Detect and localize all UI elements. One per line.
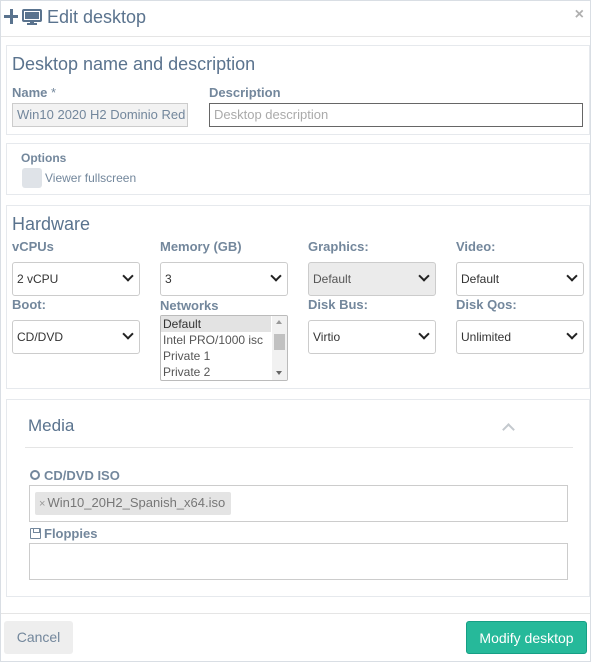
monitor-icon xyxy=(22,9,42,25)
boot-label: Boot: xyxy=(12,297,46,312)
boot-value: CD/DVD xyxy=(17,330,64,344)
scroll-up-icon[interactable] xyxy=(276,320,282,324)
name-label: Name * xyxy=(12,85,56,100)
memory-label: Memory (GB) xyxy=(160,239,242,254)
disk-bus-value: Virtio xyxy=(313,330,341,344)
chevron-down-icon xyxy=(566,328,578,340)
vcpus-value: 2 vCPU xyxy=(17,272,59,286)
name-input[interactable]: Win10 2020 H2 Dominio Red xyxy=(12,103,188,127)
cd-dvd-label: CD/DVD ISO xyxy=(44,468,120,483)
scroll-thumb[interactable] xyxy=(274,334,285,350)
graphics-value: Default xyxy=(313,272,352,286)
vcpus-select[interactable]: 2 vCPU xyxy=(12,262,140,296)
networks-option-private-2[interactable]: Private 2 xyxy=(161,364,271,380)
close-button[interactable]: × xyxy=(575,6,584,24)
vcpus-label: vCPUs xyxy=(12,239,54,254)
modal-title: Edit desktop xyxy=(47,7,147,27)
description-input[interactable]: Desktop description xyxy=(209,103,583,127)
description-label: Description xyxy=(209,85,281,100)
name-label-text: Name xyxy=(12,85,48,100)
iso-tag: × Win10_20H2_Spanish_x64.iso xyxy=(35,492,232,515)
networks-option-private-1[interactable]: Private 1 xyxy=(161,348,271,364)
networks-label: Networks xyxy=(160,298,219,313)
networks-option-intel[interactable]: Intel PRO/1000 isc xyxy=(161,332,271,348)
hardware-title: Hardware xyxy=(12,214,91,234)
viewer-fullscreen-checkbox[interactable] xyxy=(22,168,42,188)
footer-divider xyxy=(1,613,590,614)
cancel-button[interactable]: Cancel xyxy=(4,621,73,654)
hardware-panel: Hardware vCPUs 2 vCPU Memory (GB) 3 Grap… xyxy=(6,205,590,389)
chevron-down-icon xyxy=(418,270,430,282)
disk-qos-select[interactable]: Unlimited xyxy=(456,320,584,354)
viewer-fullscreen-label: Viewer fullscreen xyxy=(45,171,137,185)
media-panel: Media CD/DVD ISO × Win10_20H2_Spanish_x64… xyxy=(6,399,590,597)
modal-header: Edit desktop × xyxy=(1,1,590,37)
video-select[interactable]: Default xyxy=(456,262,584,296)
floppies-label: Floppies xyxy=(44,526,98,541)
chevron-down-icon xyxy=(418,328,430,340)
media-title: Media xyxy=(28,416,75,435)
disk-qos-value: Unlimited xyxy=(461,330,512,344)
name-description-title: Desktop name and description xyxy=(12,54,256,74)
floppies-select[interactable] xyxy=(29,543,568,580)
chevron-up-icon[interactable] xyxy=(502,423,515,436)
floppy-icon xyxy=(30,528,41,539)
media-divider xyxy=(25,447,573,448)
required-marker: * xyxy=(51,85,57,100)
chevron-down-icon xyxy=(122,270,134,282)
iso-tag-label: Win10_20H2_Spanish_x64.iso xyxy=(47,495,226,510)
video-label: Video: xyxy=(456,239,496,254)
chevron-down-icon xyxy=(270,270,282,282)
remove-tag-button[interactable]: × xyxy=(39,498,45,510)
video-value: Default xyxy=(461,272,500,286)
circle-icon xyxy=(30,470,40,480)
graphics-select[interactable]: Default xyxy=(308,262,436,296)
edit-desktop-modal: Edit desktop × Desktop name and descript… xyxy=(0,0,591,662)
scroll-down-icon[interactable] xyxy=(276,371,282,375)
graphics-label: Graphics: xyxy=(308,239,369,254)
networks-option-default[interactable]: Default xyxy=(161,316,271,332)
options-title: Options xyxy=(21,151,67,165)
memory-select[interactable]: 3 xyxy=(160,262,288,296)
disk-qos-label: Disk Qos: xyxy=(456,297,517,312)
networks-listbox[interactable]: Default Intel PRO/1000 isc Private 1 Pri… xyxy=(160,315,288,381)
name-description-panel: Desktop name and description Name * Win1… xyxy=(6,45,590,135)
chevron-down-icon xyxy=(566,270,578,282)
disk-bus-select[interactable]: Virtio xyxy=(308,320,436,354)
plus-icon xyxy=(4,8,18,26)
chevron-down-icon xyxy=(122,328,134,340)
boot-select[interactable]: CD/DVD xyxy=(12,320,140,354)
options-panel: Options Viewer fullscreen xyxy=(6,143,590,195)
networks-scrollbar[interactable] xyxy=(272,316,287,380)
cd-dvd-iso-select[interactable]: × Win10_20H2_Spanish_x64.iso xyxy=(29,485,568,522)
memory-value: 3 xyxy=(165,272,172,286)
modify-desktop-button[interactable]: Modify desktop xyxy=(466,621,587,654)
disk-bus-label: Disk Bus: xyxy=(308,297,368,312)
